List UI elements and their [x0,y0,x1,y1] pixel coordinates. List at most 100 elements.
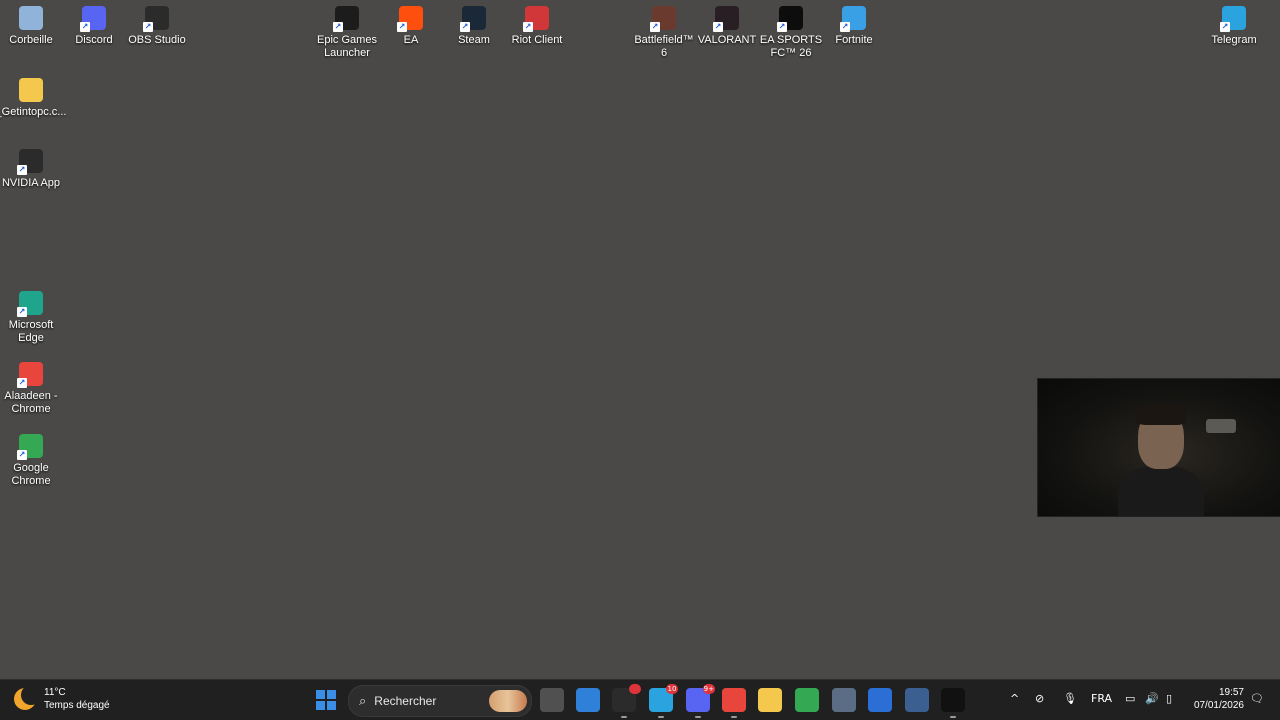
shortcut-arrow-icon: ↗ [397,22,407,32]
desktop-icon-valorant[interactable]: ↗ VALORANT [694,6,760,47]
telegram-icon: ↗ [1220,6,1246,32]
desktop-icon-label: Battlefield™ 6 [634,34,694,59]
desktop-icon-label: VALORANT [697,34,757,46]
desktop-icon-ea-sports-fc[interactable]: ↗ EA SPORTS FC™ 26 [758,6,824,60]
valorant-icon: ↗ [713,6,739,32]
shortcut-arrow-icon: ↗ [777,22,787,32]
desktop-icon-label: Corbeille [9,34,53,46]
desktop-icon-label: OBS Studio [128,34,186,46]
search-box[interactable]: ⌕ Rechercher [348,685,532,717]
weather-desc: Temps dégagé [44,700,110,711]
taskbar-task-view[interactable] [540,688,564,712]
desktop-icon-label: Steam [458,34,490,46]
taskbar-calculator[interactable] [905,688,929,712]
network-icon[interactable]: ⊘ [1035,692,1044,705]
moon-icon [14,685,41,710]
ea-icon: ↗ [397,6,423,32]
shortcut-arrow-icon: ↗ [17,450,27,460]
recycle-bin-icon [19,6,43,30]
notification-badge: 10 [666,684,678,694]
desktop-icon-label: _Getintopc.c... [0,106,67,118]
riot-icon: ↗ [523,6,549,32]
shortcut-arrow-icon: ↗ [17,307,27,317]
taskbar-capcut[interactable] [941,688,965,718]
desktop-icon-discord[interactable]: ↗ Discord [61,6,127,47]
desktop-icon-recycle-bin[interactable]: Corbeille [0,6,64,47]
epic-games-icon: ↗ [333,6,359,32]
taskbar-store[interactable] [868,688,892,712]
taskbar-discord[interactable]: 9+ [686,684,715,718]
shortcut-arrow-icon: ↗ [460,22,470,32]
shortcut-arrow-icon: ↗ [523,22,533,32]
desktop-icon-label: Telegram [1211,34,1257,46]
desktop-icon-label: Epic Games Launcher [317,34,377,59]
desktop-icon-edge[interactable]: ↗ Microsoft Edge [0,291,64,345]
weather-temp: 11°C [44,687,66,698]
desktop-icon-label: EA [403,34,419,46]
notification-badge: 9+ [702,684,715,694]
taskbar-settings[interactable] [832,688,856,712]
shortcut-arrow-icon: ↗ [17,165,27,175]
shortcut-arrow-icon: ↗ [713,22,723,32]
desktop-icon-epic-games[interactable]: ↗ Epic Games Launcher [314,6,380,60]
discord-icon: ↗ [80,6,106,32]
clock[interactable]: 19:57 07/01/2026 [1194,686,1244,712]
clock-time: 19:57 [1218,687,1244,698]
taskbar-start-button[interactable] [314,688,338,712]
shortcut-arrow-icon: ↗ [1220,22,1230,32]
language-indicator[interactable]: FRA [1091,692,1112,705]
desktop-icon-label: Alaadeen - Chrome [4,390,58,415]
desktop-icon-riot[interactable]: ↗ Riot Client [504,6,570,47]
microphone-icon[interactable]: 🎙 [1063,692,1077,705]
shortcut-arrow-icon: ↗ [333,22,343,32]
desktop-icon-ea[interactable]: ↗ EA [378,6,444,47]
shortcut-arrow-icon: ↗ [650,22,660,32]
notification-badge [629,684,641,694]
battlefield-icon: ↗ [650,6,676,32]
chevron-up-icon[interactable]: ^ [1010,692,1019,705]
speaker-icon[interactable]: 🔊 [1145,692,1159,705]
person-hair [1136,403,1186,425]
taskbar-chrome-profile[interactable] [722,688,746,718]
desktop-icon-label: Riot Client [511,34,563,46]
desktop-icon-label: Google Chrome [11,462,51,487]
desktop-icon-nvidia[interactable]: ↗ NVIDIA App [0,149,64,190]
weather-widget[interactable]: 11°C Temps dégagé [14,685,110,712]
webcam-overlay [1037,378,1280,517]
steam-icon: ↗ [460,6,486,32]
desktop-icon-label: EA SPORTS FC™ 26 [759,34,823,59]
desktop-icon-label: Microsoft Edge [8,319,54,344]
search-highlight-image [489,690,527,712]
desktop-icon-label: Fortnite [835,34,873,46]
ea-sports-fc-icon: ↗ [777,6,803,32]
chrome-icon: ↗ [17,434,43,460]
fortnite-icon: ↗ [840,6,866,32]
taskbar-file-explorer[interactable] [758,688,782,712]
search-icon: ⌕ [359,693,367,709]
taskbar-notepad[interactable] [576,688,600,712]
desktop-icon-obs[interactable]: ↗ OBS Studio [124,6,190,47]
chrome-profile-icon: ↗ [17,362,43,388]
desktop-icon-battlefield[interactable]: ↗ Battlefield™ 6 [631,6,697,60]
person-body [1118,467,1204,516]
taskbar: 11°C Temps dégagé ⌕ Rechercher 10 9+ ^ ⊘ … [0,679,1280,720]
display-icon[interactable]: ▭ [1125,692,1135,705]
battery-icon[interactable]: ▯ [1166,692,1172,705]
desktop-icon-folder[interactable]: _Getintopc.c... [0,78,67,119]
obs-icon: ↗ [143,6,169,32]
notification-icon[interactable]: 🗨 [1250,692,1264,705]
search-placeholder: Rechercher [374,694,437,708]
taskbar-obs[interactable] [612,684,641,718]
taskbar-chrome[interactable] [795,688,819,712]
desktop-icon-fortnite[interactable]: ↗ Fortnite [821,6,887,47]
background-lamp [1206,419,1236,433]
desktop-icon-label: Discord [75,34,113,46]
taskbar-telegram[interactable]: 10 [649,684,678,718]
desktop-icon-chrome[interactable]: ↗ Google Chrome [0,434,64,488]
folder-icon [19,78,43,102]
shortcut-arrow-icon: ↗ [143,22,153,32]
desktop-icon-steam[interactable]: ↗ Steam [441,6,507,47]
desktop-icon-label: NVIDIA App [1,177,61,189]
desktop-icon-telegram[interactable]: ↗ Telegram [1201,6,1267,47]
desktop-icon-chrome-profile[interactable]: ↗ Alaadeen - Chrome [0,362,64,416]
